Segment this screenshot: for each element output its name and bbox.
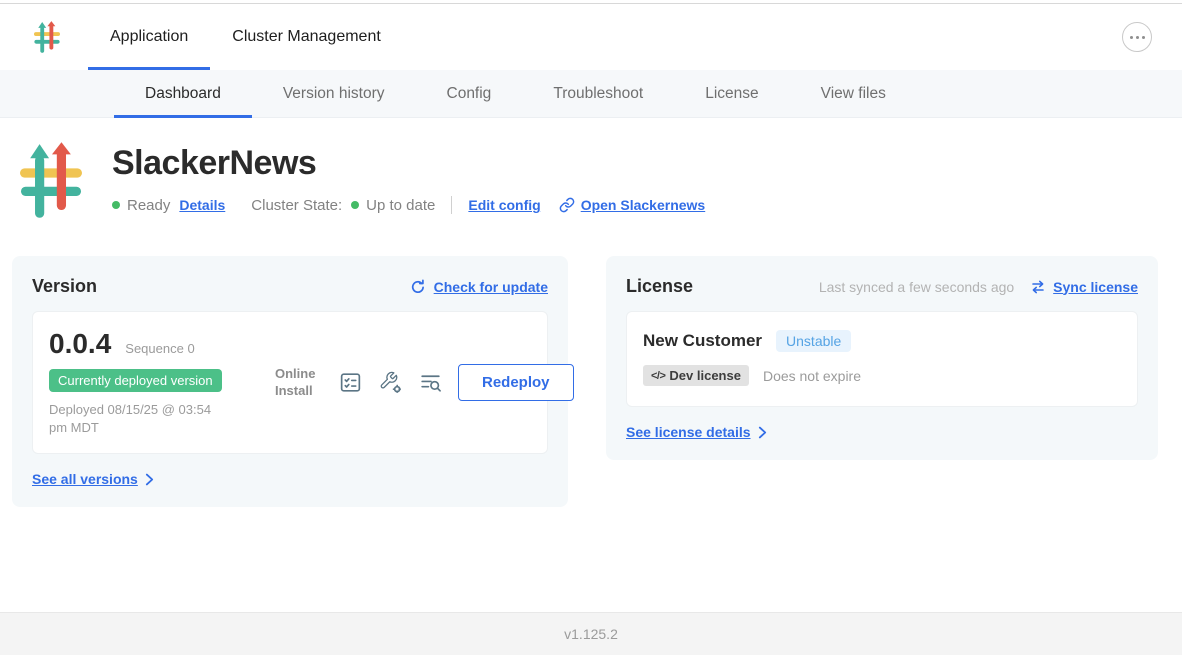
vertical-divider [451,196,452,214]
subnav-item-config[interactable]: Config [416,70,523,117]
version-card-title: Version [32,276,97,297]
license-details-panel: New Customer Unstable </> Dev license Do… [626,311,1138,407]
license-type-row: </> Dev license Does not expire [643,365,1121,386]
subnav-version-history-label: Version history [283,85,385,103]
console-footer: v1.125.2 [0,612,1182,655]
chevron-right-icon[interactable] [145,473,154,486]
ellipsis-icon [1130,36,1133,39]
app-logo-icon [34,17,60,57]
sync-license-group[interactable]: Sync license [1030,279,1138,295]
link-icon [559,197,575,213]
version-number-row: 0.0.4 Sequence 0 [49,328,275,360]
see-all-versions-link[interactable]: See all versions [32,471,138,487]
edit-config-icon[interactable] [378,370,403,395]
tab-cluster-management[interactable]: Cluster Management [210,4,403,70]
app-header: SlackerNews Ready Details Cluster State:… [0,118,1182,218]
see-all-versions-row: See all versions [32,471,548,487]
install-type-label: Online Install [275,366,323,400]
release-notes-icon[interactable] [338,370,363,395]
subnav-item-dashboard[interactable]: Dashboard [114,70,252,117]
version-info: 0.0.4 Sequence 0 Currently deployed vers… [49,328,275,437]
license-type-badge: </> Dev license [643,365,749,386]
cluster-state-value: Up to date [366,197,435,214]
check-update-group[interactable]: Check for update [410,279,548,295]
refresh-icon [410,279,426,295]
main-content: SlackerNews Ready Details Cluster State:… [0,118,1182,612]
license-card-title: License [626,276,693,297]
page-title: SlackerNews [112,144,705,183]
sequence-label: Sequence 0 [125,341,194,356]
see-license-details-row: See license details [626,424,1138,440]
license-card: License Last synced a few seconds ago Sy… [606,256,1158,460]
open-app-label: Open Slackernews [581,197,706,213]
expiration-text: Does not expire [763,368,861,384]
dashboard-cards: Version Check for update 0.0.4 Sequence [12,256,1158,507]
top-tabs: Application Cluster Management [88,4,403,70]
version-number: 0.0.4 [49,328,111,360]
deployed-status-badge: Currently deployed version [49,369,222,392]
app-logo-large [20,142,82,218]
tab-cluster-management-label: Cluster Management [232,28,381,46]
sync-license-link[interactable]: Sync license [1053,279,1138,295]
current-version-panel: 0.0.4 Sequence 0 Currently deployed vers… [32,311,548,454]
top-navigation: Application Cluster Management [0,4,1182,70]
code-icon: </> [651,370,665,382]
subnav-config-label: Config [447,85,492,103]
license-type-label: Dev license [669,368,741,383]
cluster-state-label: Cluster State: [251,197,342,214]
subnav-view-files-label: View files [821,85,886,103]
subnav-item-troubleshoot[interactable]: Troubleshoot [522,70,674,117]
subnav-troubleshoot-label: Troubleshoot [553,85,643,103]
subnav-item-license[interactable]: License [674,70,789,117]
customer-name: New Customer [643,331,762,351]
edit-config-link[interactable]: Edit config [468,197,540,213]
console-version: v1.125.2 [564,626,618,642]
chevron-right-icon[interactable] [758,426,767,439]
deploy-logs-icon[interactable] [418,370,443,395]
app-header-text: SlackerNews Ready Details Cluster State:… [112,140,705,214]
more-options-button[interactable] [1122,22,1152,52]
app-status-text: Ready [127,197,170,214]
app-sub-navigation: Dashboard Version history Config Trouble… [0,70,1182,118]
customer-row: New Customer Unstable [643,330,1121,352]
last-synced-text: Last synced a few seconds ago [819,279,1014,295]
details-link[interactable]: Details [179,197,225,213]
app-status-dot [112,201,120,209]
check-for-update-link[interactable]: Check for update [434,279,548,295]
see-license-details-link[interactable]: See license details [626,424,751,440]
redeploy-button[interactable]: Redeploy [458,364,574,401]
subnav-license-label: License [705,85,758,103]
tab-application-label: Application [110,28,188,46]
cluster-state-dot [351,201,359,209]
channel-badge: Unstable [776,330,851,352]
subnav-item-view-files[interactable]: View files [790,70,917,117]
version-card: Version Check for update 0.0.4 Sequence [12,256,568,507]
tab-application[interactable]: Application [88,4,210,70]
admin-console-page: Application Cluster Management Dashboard… [0,0,1182,655]
sync-icon [1030,279,1046,295]
subnav-dashboard-label: Dashboard [145,85,221,103]
subnav-item-version-history[interactable]: Version history [252,70,416,117]
license-card-header: License Last synced a few seconds ago Sy… [626,276,1138,297]
version-card-header: Version Check for update [32,276,548,297]
open-app-link[interactable]: Open Slackernews [559,197,706,213]
deployed-timestamp: Deployed 08/15/25 @ 03:54 pm MDT [49,401,232,437]
version-actions: Online Install [275,364,574,401]
app-status-row: Ready Details Cluster State: Up to date … [112,196,705,214]
